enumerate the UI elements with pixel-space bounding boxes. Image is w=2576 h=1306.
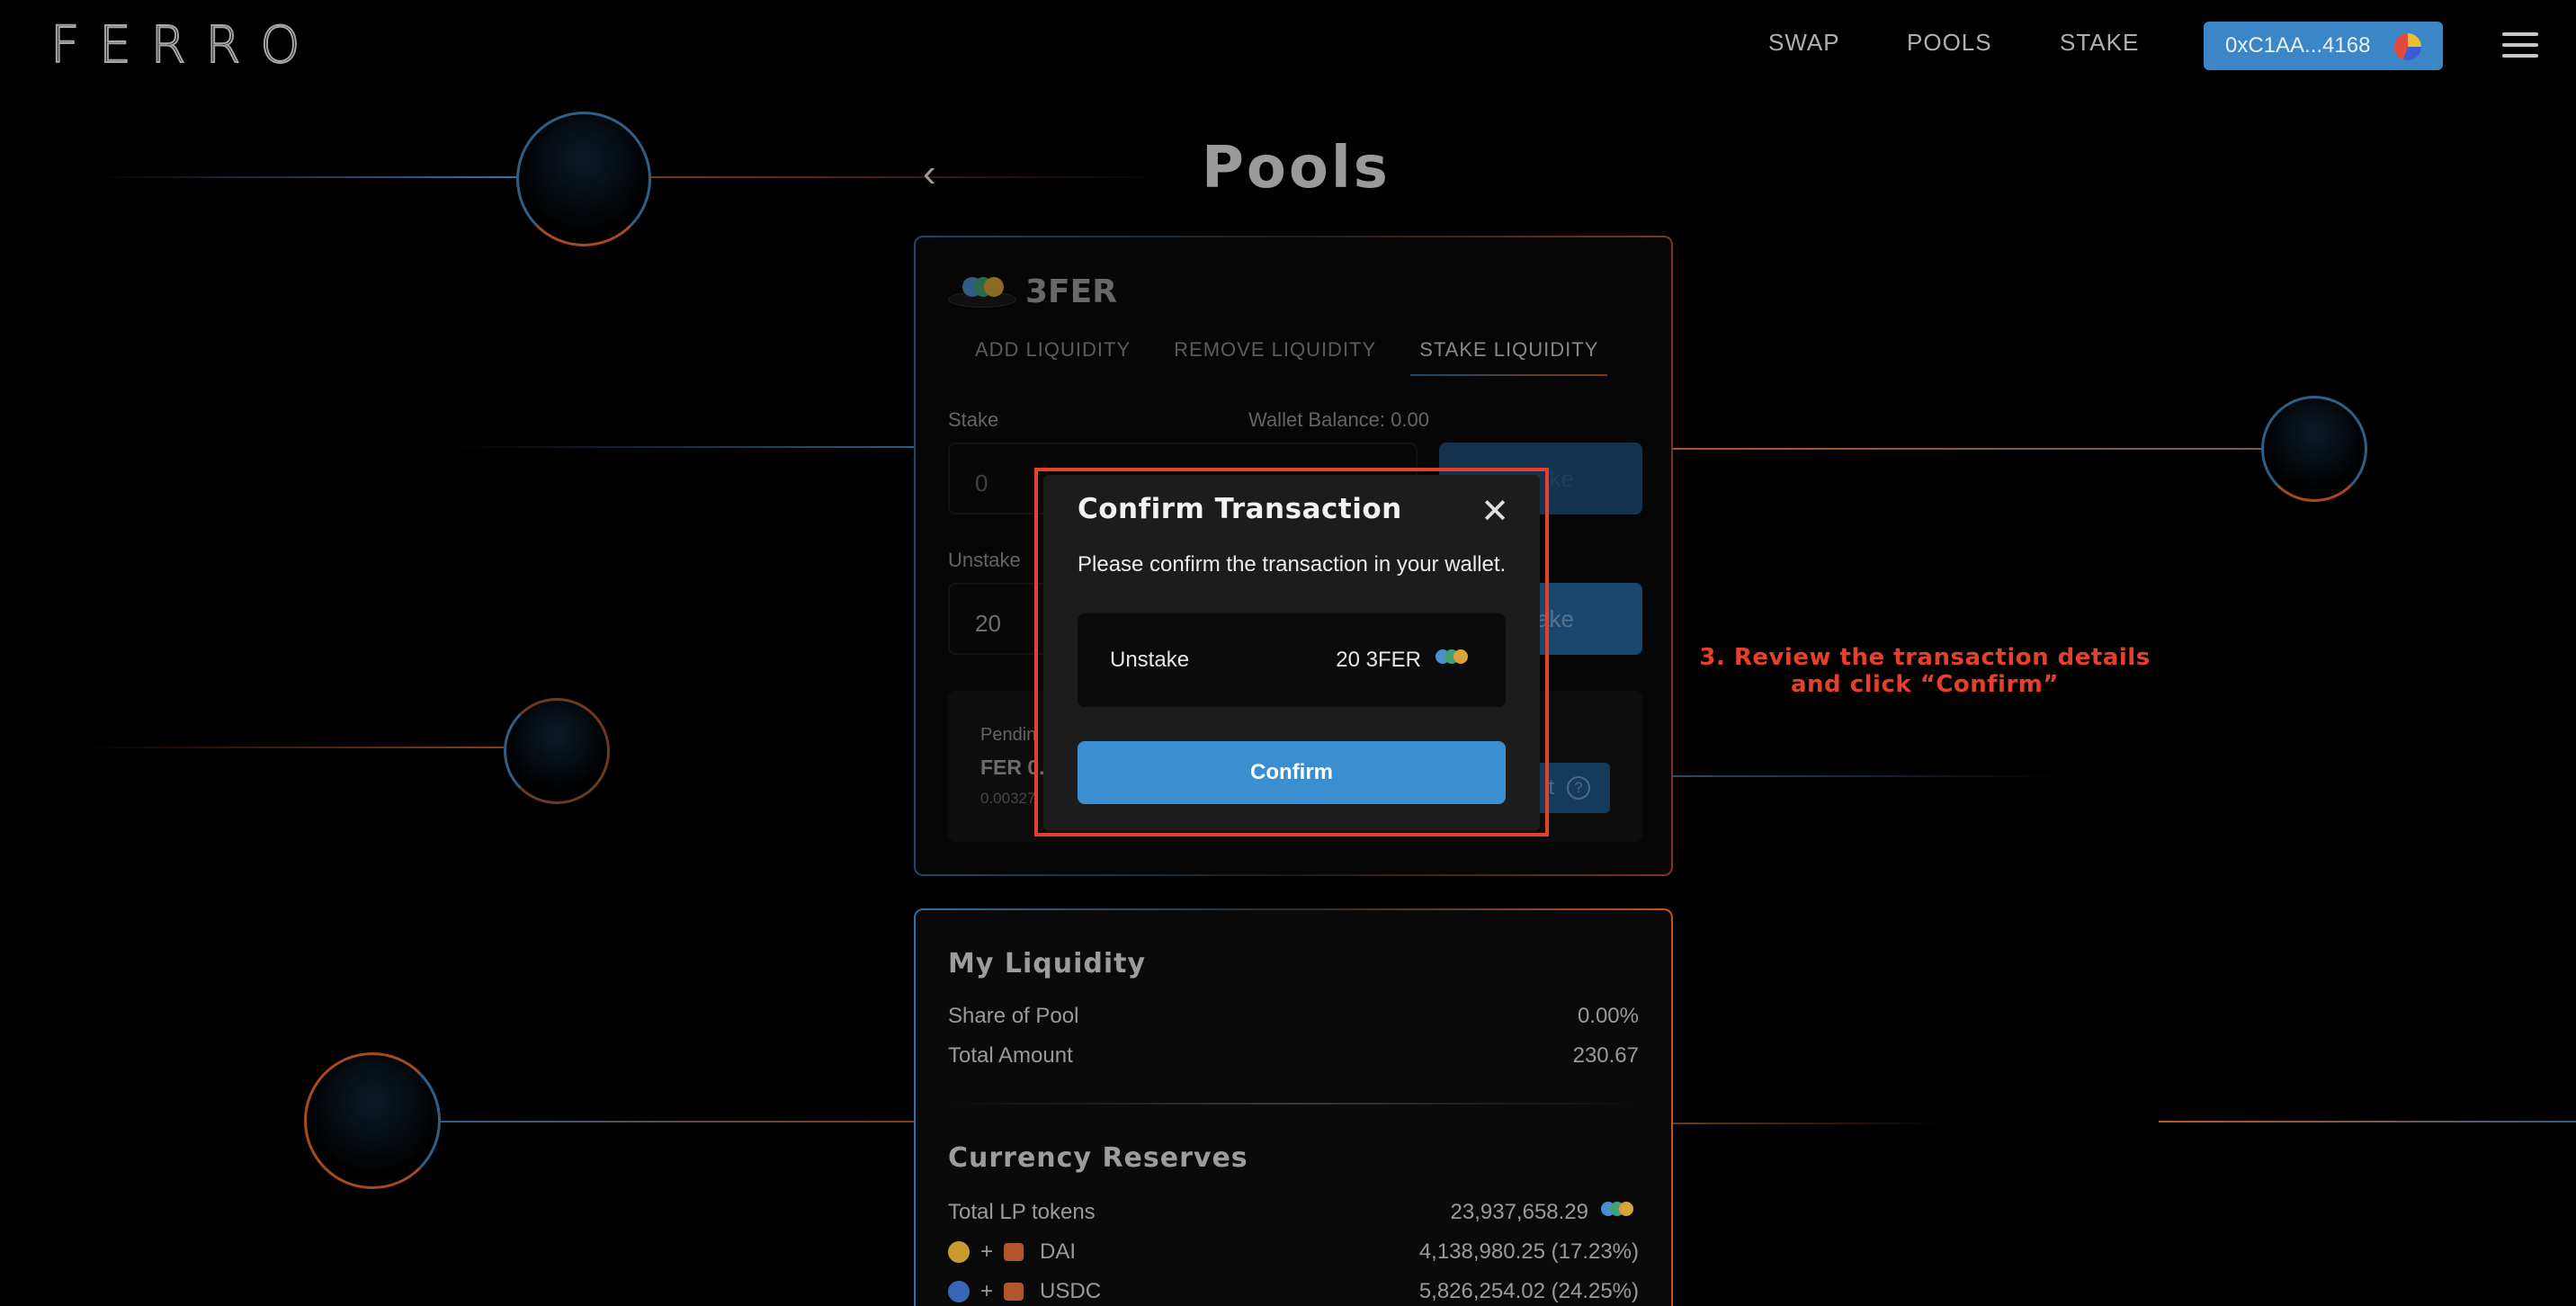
- decor-line: [450, 446, 917, 448]
- dai-name: DAI: [1040, 1239, 1077, 1264]
- bridge-icon: [1004, 1243, 1024, 1261]
- list-item: Total LP tokens 23,937,658.29: [948, 1200, 1639, 1225]
- ferro-logo[interactable]: FERRO: [49, 20, 302, 72]
- confirm-transaction-modal: Confirm Transaction ✕ Please confirm the…: [1043, 475, 1540, 831]
- decor-line: [1673, 1123, 1943, 1124]
- list-item: + USDC 5,826,254.02 (24.25%): [948, 1279, 1639, 1304]
- decor-line: [1673, 448, 2267, 450]
- total-amount-value: 230.67: [1572, 1043, 1639, 1068]
- pool-token-icon: [1434, 649, 1473, 671]
- annotation-line-1: 3. Review the transaction details: [1699, 644, 2151, 671]
- my-liquidity-card: My Liquidity Share of Pool 0.00% Total A…: [914, 908, 1673, 1306]
- dai-value: 4,138,980.25 (17.23%): [1418, 1239, 1639, 1264]
- bridge-icon: [1004, 1283, 1024, 1301]
- decor-line: [2159, 1121, 2576, 1123]
- nav-pools[interactable]: POOLS: [1907, 29, 1992, 57]
- tx-label: Unstake: [1110, 648, 1190, 672]
- close-icon[interactable]: ✕: [1480, 495, 1509, 529]
- tx-amount: 20 3FER: [1336, 648, 1421, 672]
- modal-message: Please confirm the transaction in your w…: [1078, 552, 1507, 577]
- decor-line: [81, 747, 504, 748]
- plus-icon: +: [980, 1279, 994, 1303]
- modal-title: Confirm Transaction: [1078, 493, 1402, 525]
- usdc-name: USDC: [1040, 1279, 1102, 1303]
- total-lp-value: 23,937,658.29: [1450, 1200, 1588, 1224]
- decor-line: [90, 176, 540, 178]
- decor-line: [441, 1121, 914, 1123]
- my-liquidity-title: My Liquidity: [948, 948, 1147, 980]
- wallet-avatar-icon: [2394, 33, 2421, 60]
- decor-line: [1673, 775, 2060, 777]
- confirm-button[interactable]: Confirm: [1078, 741, 1506, 804]
- decor-line: [640, 176, 1180, 178]
- decor-orb: [304, 1052, 441, 1189]
- decor-orb: [504, 698, 610, 804]
- share-of-pool-label: Share of Pool: [948, 1004, 1079, 1028]
- wallet-button[interactable]: 0xC1AA...4168: [2204, 22, 2443, 70]
- decor-orb: [2261, 396, 2367, 502]
- currency-reserves-title: Currency Reserves: [948, 1142, 1248, 1174]
- instruction-annotation: 3. Review the transaction details and cl…: [1682, 644, 2168, 698]
- chevron-left-icon[interactable]: ‹: [923, 151, 936, 196]
- total-amount-label: Total Amount: [948, 1043, 1073, 1068]
- transaction-summary: Unstake 20 3FER: [1078, 613, 1506, 707]
- usdc-icon: [948, 1281, 970, 1302]
- page-title: Pools: [1202, 135, 1391, 201]
- dai-icon: [948, 1241, 970, 1263]
- list-item: + DAI 4,138,980.25 (17.23%): [948, 1239, 1639, 1265]
- share-of-pool-value: 0.00%: [1577, 1004, 1639, 1028]
- wallet-address: 0xC1AA...4168: [2225, 33, 2371, 58]
- usdc-value: 5,826,254.02 (24.25%): [1418, 1279, 1639, 1303]
- total-lp-label: Total LP tokens: [948, 1200, 1096, 1224]
- nav-stake[interactable]: STAKE: [2060, 29, 2139, 57]
- decor-orb: [516, 112, 651, 246]
- lp-token-icon: [1599, 1202, 1639, 1223]
- plus-icon: +: [980, 1239, 994, 1264]
- list-item: Share of Pool 0.00%: [948, 1004, 1639, 1029]
- divider: [948, 1103, 1639, 1105]
- hamburger-menu-icon[interactable]: [2502, 32, 2538, 59]
- nav-swap[interactable]: SWAP: [1768, 29, 1840, 57]
- list-item: Total Amount 230.67: [948, 1043, 1639, 1069]
- annotation-line-2: and click “Confirm”: [1791, 671, 2059, 698]
